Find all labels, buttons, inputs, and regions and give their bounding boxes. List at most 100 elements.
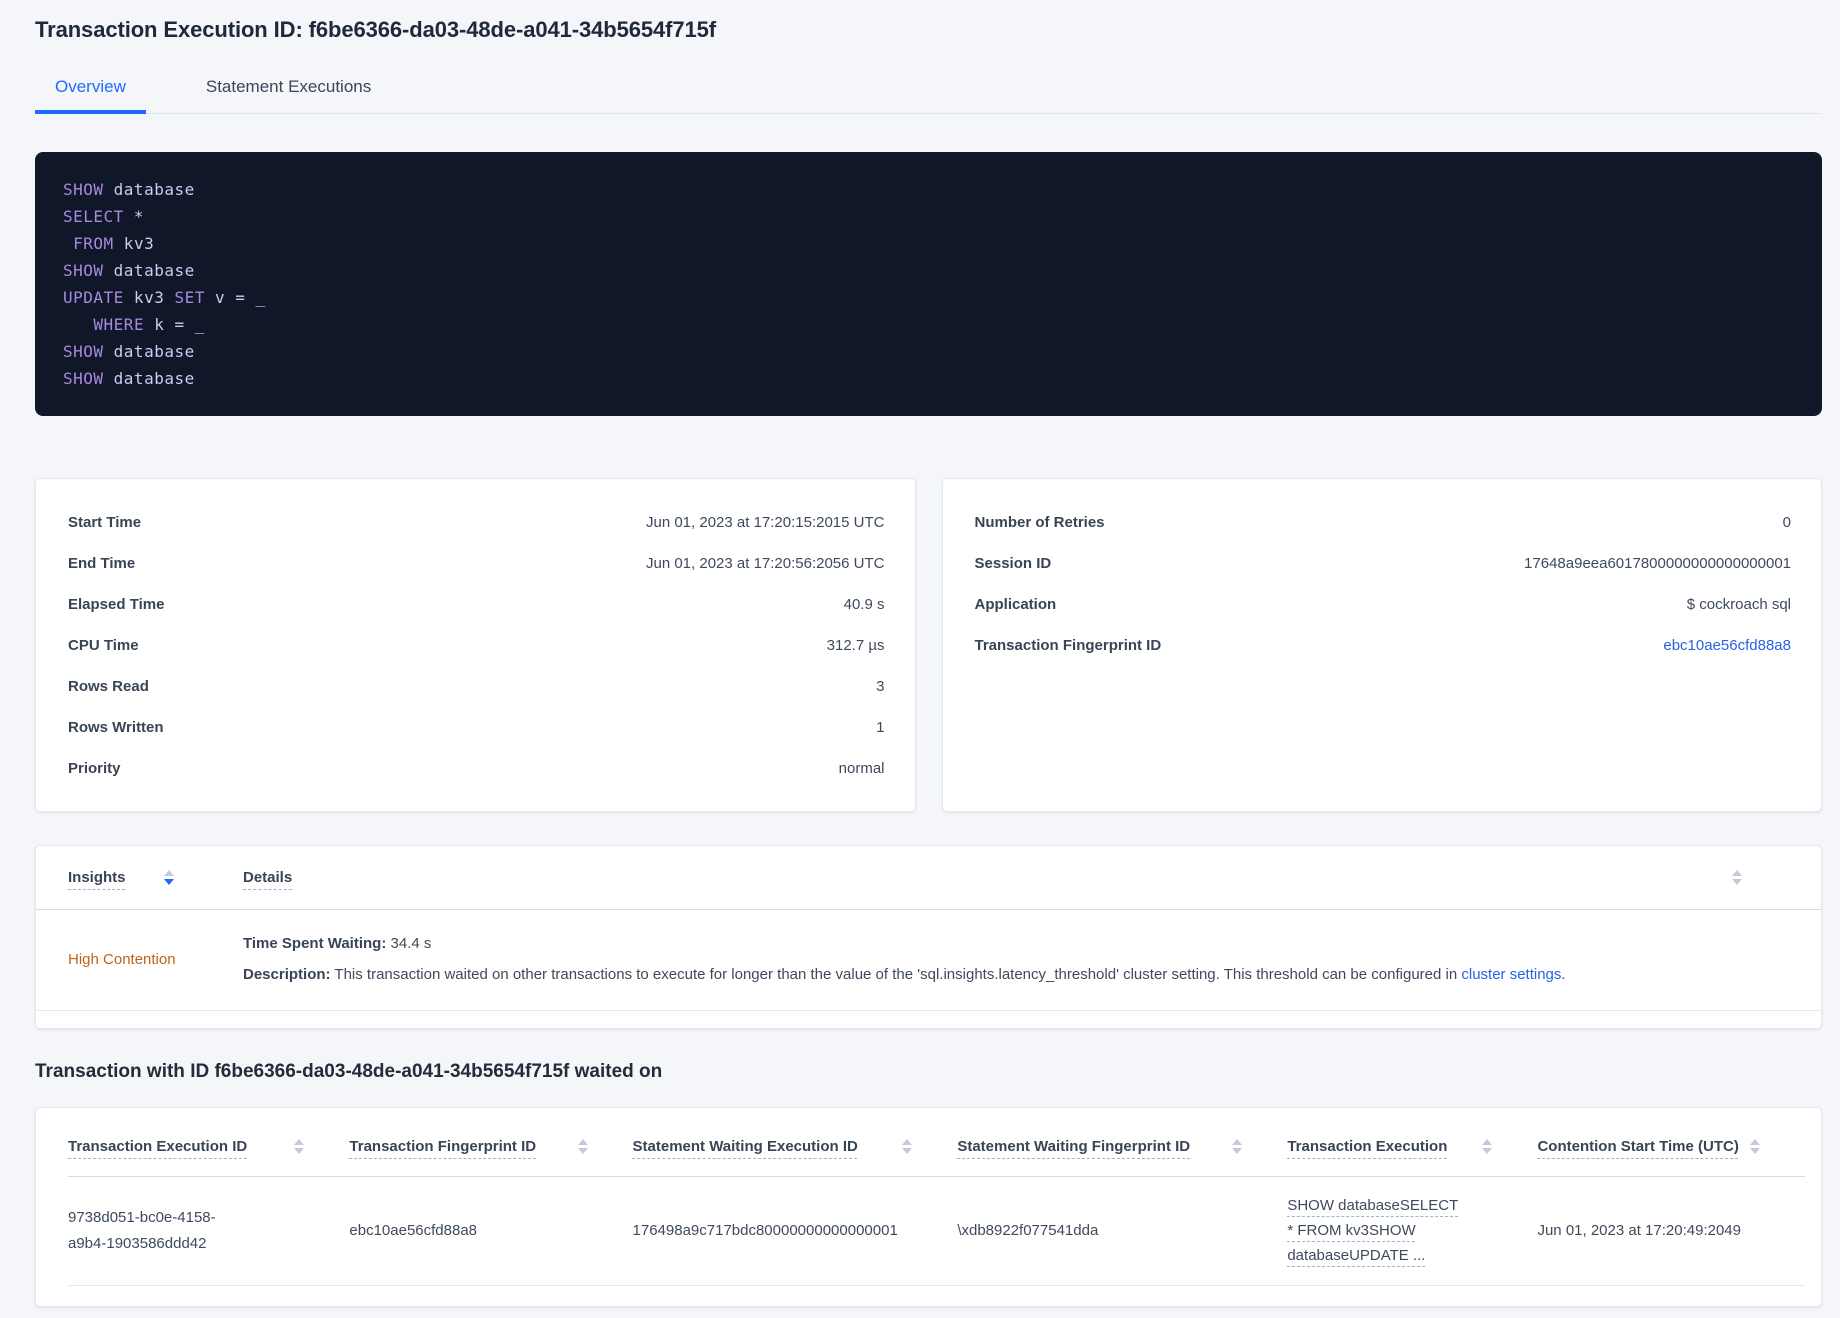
insights-table: Insights Details High Contention Time Sp…	[35, 845, 1822, 1029]
detail-value: 312.7 µs	[826, 637, 885, 654]
sql-text: v = _	[204, 288, 266, 307]
card-footer-pad	[36, 1011, 1821, 1028]
detail-row: End Time Jun 01, 2023 at 17:20:56:2056 UT…	[68, 543, 885, 584]
transaction-details-page: Transaction Execution ID: f6be6366-da03-…	[0, 0, 1840, 1307]
column-header-label[interactable]: Transaction Execution ID	[68, 1138, 247, 1155]
detail-label: Start Time	[68, 514, 142, 531]
transaction-fingerprint-link[interactable]: ebc10ae56cfd88a8	[1663, 637, 1791, 654]
statement-waiting-fingerprint-id-cell: \xdb8922f077541dda	[957, 1176, 1288, 1286]
sql-line: SHOW database	[63, 365, 1794, 392]
detail-label: Session ID	[974, 555, 1052, 572]
detail-value: 40.9 s	[843, 596, 885, 613]
detail-row: CPU Time 312.7 µs	[68, 625, 885, 666]
contention-start-time-cell: Jun 01, 2023 at 17:20:49:2049	[1537, 1176, 1805, 1286]
detail-label: Rows Written	[68, 719, 164, 736]
detail-label: Number of Retries	[974, 514, 1105, 531]
sql-line: SHOW database	[63, 176, 1794, 203]
waited-on-table: Transaction Execution ID Transaction Fing…	[35, 1107, 1822, 1307]
sort-icon[interactable]	[163, 870, 174, 885]
sort-icon[interactable]	[902, 1139, 913, 1154]
sql-keyword: FROM	[73, 234, 114, 253]
execution-stats-card: Start Time Jun 01, 2023 at 17:20:15:2015 …	[35, 478, 916, 812]
sort-icon[interactable]	[1732, 870, 1742, 885]
insights-table-header: Insights Details	[36, 846, 1821, 910]
detail-label: Priority	[68, 760, 121, 777]
insight-description-text: Description: This transaction waited on …	[243, 959, 1746, 990]
description-label: Description:	[243, 966, 331, 983]
insights-column-header-cell: Insights	[68, 869, 243, 886]
detail-row: Elapsed Time 40.9 s	[68, 584, 885, 625]
sort-icon[interactable]	[577, 1139, 588, 1154]
sort-icon[interactable]	[1750, 1139, 1760, 1154]
column-header-cell: Statement Waiting Fingerprint ID	[957, 1108, 1288, 1177]
column-header-cell: Contention Start Time (UTC)	[1537, 1108, 1805, 1177]
description-suffix: .	[1561, 966, 1566, 983]
detail-row: Priority normal	[68, 748, 885, 789]
detail-label: Elapsed Time	[68, 596, 165, 613]
sql-line: SHOW database	[63, 257, 1794, 284]
column-header-label[interactable]: Contention Start Time (UTC)	[1537, 1138, 1738, 1155]
detail-row: Number of Retries 0	[975, 502, 1792, 543]
column-header-label[interactable]: Transaction Execution	[1287, 1138, 1447, 1155]
sql-line: SHOW database	[63, 338, 1794, 365]
detail-value: $ cockroach sql	[1686, 596, 1791, 613]
table-row: 9738d051-bc0e-4158-a9b4-1903586ddd42 ebc1…	[68, 1176, 1805, 1286]
transaction-execution-id-value: 9738d051-bc0e-4158-a9b4-1903586ddd42	[68, 1209, 216, 1252]
sql-line: FROM kv3	[63, 230, 1794, 257]
column-header-label[interactable]: Statement Waiting Execution ID	[633, 1138, 858, 1155]
table-bottom-pad	[68, 1286, 1805, 1306]
detail-value: 1	[876, 719, 885, 736]
statement-waiting-execution-id-cell: 176498a9c717bdc80000000000000001	[632, 1176, 958, 1286]
column-header-cell: Statement Waiting Execution ID	[632, 1108, 958, 1177]
sql-line: SELECT *	[63, 203, 1794, 230]
sort-icon[interactable]	[294, 1139, 305, 1154]
detail-row: Session ID 17648a9eea60178000000000000000…	[975, 543, 1792, 584]
details-column-header[interactable]: Details	[243, 869, 292, 886]
sql-keyword: UPDATE	[63, 288, 124, 307]
tab-overview[interactable]: Overview	[35, 69, 146, 114]
sql-text: database	[103, 261, 195, 280]
sql-keyword: SET	[174, 288, 205, 307]
cluster-settings-link[interactable]: cluster settings	[1461, 966, 1561, 983]
column-header-label[interactable]: Statement Waiting Fingerprint ID	[957, 1138, 1190, 1155]
sql-text: database	[103, 342, 195, 361]
sql-keyword: SHOW	[63, 369, 104, 388]
page-title: Transaction Execution ID: f6be6366-da03-…	[35, 17, 716, 42]
sql-line: UPDATE kv3 SET v = _	[63, 284, 1794, 311]
detail-label: End Time	[68, 555, 136, 572]
transaction-fingerprint-id-cell: ebc10ae56cfd88a8	[349, 1176, 633, 1286]
sql-keyword: SHOW	[63, 342, 104, 361]
transaction-execution-cell: SHOW databaseSELECT * FROM kv3SHOW datab…	[1287, 1176, 1538, 1286]
transaction-execution-id-cell: 9738d051-bc0e-4158-a9b4-1903586ddd42	[68, 1176, 350, 1286]
time-spent-waiting-value: 34.4 s	[386, 935, 432, 952]
detail-value: normal	[838, 760, 885, 777]
description-body: This transaction waited on other transac…	[330, 966, 1462, 983]
insight-row: High Contention Time Spent Waiting: 34.4…	[36, 910, 1821, 1011]
transaction-execution-link[interactable]: SHOW databaseSELECT * FROM kv3SHOW datab…	[1287, 1193, 1465, 1268]
details-column-header-cell: Details	[243, 869, 1742, 886]
sql-text: k = _	[144, 315, 205, 334]
waited-on-section-title: Transaction with ID f6be6366-da03-48de-a…	[35, 1061, 663, 1082]
sql-line: WHERE k = _	[63, 311, 1794, 338]
insight-type-label: High Contention	[68, 950, 176, 968]
sql-keyword: SHOW	[63, 180, 104, 199]
detail-value: Jun 01, 2023 at 17:20:15:2015 UTC	[645, 514, 885, 531]
tab-statement-executions[interactable]: Statement Executions	[186, 69, 391, 114]
sql-text: database	[103, 369, 195, 388]
column-header-label[interactable]: Transaction Fingerprint ID	[349, 1138, 536, 1155]
sort-icon[interactable]	[1482, 1139, 1493, 1154]
detail-value: 17648a9eea6017800000000000000001	[1524, 555, 1791, 572]
session-info-card: Number of Retries 0 Session ID 17648a9eea60…	[941, 478, 1822, 812]
sql-text: *	[123, 207, 145, 226]
detail-row: Start Time Jun 01, 2023 at 17:20:15:2015 …	[68, 502, 885, 543]
summary-cards-row: Start Time Jun 01, 2023 at 17:20:15:2015 …	[35, 478, 1822, 812]
detail-label: Application	[974, 596, 1057, 613]
detail-value: Jun 01, 2023 at 17:20:56:2056 UTC	[645, 555, 885, 572]
sql-text: database	[103, 180, 195, 199]
detail-row: Transaction Fingerprint ID ebc10ae56cfd88…	[975, 625, 1792, 666]
sort-icon[interactable]	[1232, 1139, 1243, 1154]
sql-keyword: SHOW	[63, 261, 104, 280]
insights-column-header[interactable]: Insights	[68, 869, 126, 886]
